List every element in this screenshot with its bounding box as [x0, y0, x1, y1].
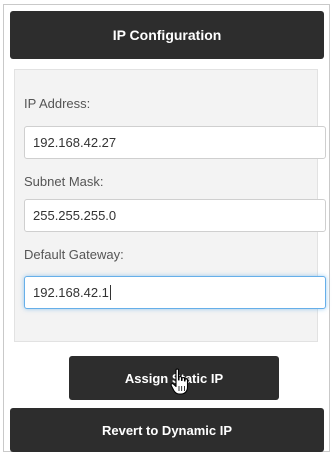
page-title-text: IP Configuration: [112, 27, 222, 43]
default-gateway-label: Default Gateway:: [24, 247, 124, 262]
ip-address-field[interactable]: 192.168.42.27: [24, 126, 326, 159]
text-caret: [109, 285, 111, 300]
default-gateway-value: 192.168.42.1: [33, 285, 109, 300]
subnet-mask-value: 255.255.255.0: [33, 208, 117, 223]
page-title: IP Configuration: [10, 11, 324, 59]
default-gateway-field[interactable]: 192.168.42.1: [24, 276, 326, 309]
subnet-mask-field[interactable]: 255.255.255.0: [24, 199, 326, 232]
revert-to-dynamic-ip-label: Revert to Dynamic IP: [101, 422, 233, 438]
ip-address-label: IP Address:: [24, 96, 91, 111]
hand-pointer-icon: [170, 368, 189, 395]
ip-address-value: 192.168.42.27: [33, 135, 117, 150]
revert-to-dynamic-ip-button[interactable]: Revert to Dynamic IP: [10, 408, 324, 452]
subnet-mask-label: Subnet Mask:: [24, 174, 104, 189]
